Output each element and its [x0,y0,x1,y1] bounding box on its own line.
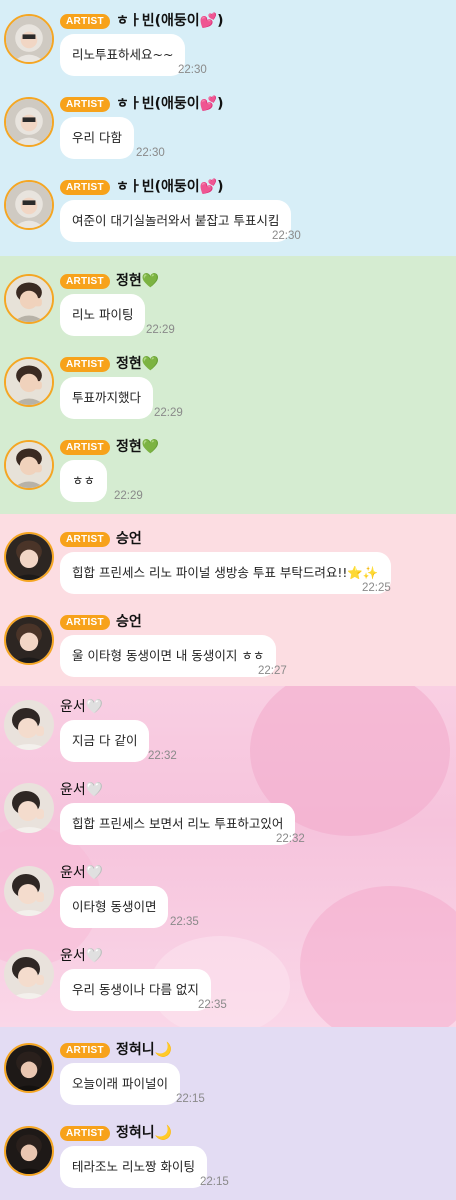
message-time: 22:35 [170,916,199,928]
avatar[interactable] [4,357,54,407]
avatar[interactable] [4,1126,54,1176]
message-bubble[interactable]: 우리 동생이나 다름 없지 [60,969,211,1011]
avatar[interactable] [4,700,54,750]
sender-name: 정혀니🌙 [116,1125,173,1141]
artist-badge: ARTIST [60,440,110,455]
chat-message: ARTIST 정혀니🌙 오늘이래 파이널이 22:15 [0,1033,456,1117]
chat-message: ARTIST ㅎㅏ빈(애둥이💕) 우리 다함 22:30 [0,87,456,171]
chat-section-jeonghyeon: ARTIST 정현💚 리노 파이팅 22:29 ARTIST 정현💚 투표까지했… [0,256,456,514]
avatar[interactable] [4,180,54,230]
message-bubble[interactable]: 힙합 프린세스 리노 파이널 생방송 투표 부탁드려요!!⭐✨ [60,552,391,594]
message-bubble[interactable]: 이타형 동생이면 [60,886,169,928]
message-time: 22:15 [200,1176,229,1188]
message-time: 22:32 [148,750,177,762]
chat-section-jeonghyeoni: ARTIST 정혀니🌙 오늘이래 파이널이 22:15 ARTIST 정혀니🌙 … [0,1027,456,1200]
avatar[interactable] [4,866,54,916]
artist-badge: ARTIST [60,14,110,29]
artist-badge: ARTIST [60,97,110,112]
chat-section-yunseo: 윤서🤍 지금 다 같이 22:32 윤서🤍 힙합 프린세스 보면서 리노 투표하… [0,686,456,1027]
message-bubble[interactable]: 지금 다 같이 [60,720,150,762]
chat-message: ARTIST 정현💚 리노 파이팅 22:29 [0,264,456,348]
avatar[interactable] [4,532,54,582]
chat-message: ARTIST 정현💚 투표까지했다 22:29 [0,347,456,431]
message-bubble[interactable]: 오늘이래 파이널이 [60,1063,180,1105]
message-bubble[interactable]: 힙합 프린세스 보면서 리노 투표하고있어 [60,803,296,845]
sender-name: 승언 [116,531,142,547]
avatar[interactable] [4,949,54,999]
chat-section-seungeon: ARTIST 승언 힙합 프린세스 리노 파이널 생방송 투표 부탁드려요!!⭐… [0,514,456,686]
avatar[interactable] [4,440,54,490]
chat-message: ARTIST ㅎㅏ빈(애둥이💕) 여준이 대기실놀러와서 붙잡고 투표시킴 22… [0,170,456,254]
avatar[interactable] [4,783,54,833]
message-bubble[interactable]: 우리 다함 [60,117,134,159]
sender-name: ㅎㅏ빈(애둥이💕) [116,13,224,29]
message-bubble[interactable]: 여준이 대기실놀러와서 붙잡고 투표시킴 [60,200,292,242]
chat-message: 윤서🤍 힙합 프린세스 보면서 리노 투표하고있어 22:32 [0,773,456,857]
message-time: 22:30 [136,147,165,159]
message-time: 22:29 [114,490,143,502]
message-time: 22:32 [276,833,305,845]
message-time: 22:27 [258,665,287,677]
sender-name: ㅎㅏ빈(애둥이💕) [116,179,224,195]
message-bubble[interactable]: 테라조노 리노짱 화이팅 [60,1146,207,1188]
avatar[interactable] [4,615,54,665]
avatar[interactable] [4,14,54,64]
chat-message: ARTIST 정혀니🌙 테라조노 리노짱 화이팅 22:15 [0,1116,456,1200]
artist-badge: ARTIST [60,1043,110,1058]
message-bubble[interactable]: 리노투표하세요~~ [60,34,186,76]
message-time: 22:35 [198,999,227,1011]
message-bubble[interactable]: 울 이타형 동생이면 내 동생이지 ㅎㅎ [60,635,277,677]
chat-message: 윤서🤍 지금 다 같이 22:32 [0,690,456,774]
artist-badge: ARTIST [60,1126,110,1141]
message-time: 22:30 [178,64,207,76]
sender-name: 윤서🤍 [60,782,104,798]
artist-badge: ARTIST [60,274,110,289]
sender-name: 윤서🤍 [60,948,104,964]
chat-message: ARTIST 승언 힙합 프린세스 리노 파이널 생방송 투표 부탁드려요!!⭐… [0,522,456,606]
artist-badge: ARTIST [60,357,110,372]
message-time: 22:29 [146,324,175,336]
artist-badge: ARTIST [60,180,110,195]
chat-section-habin: ARTIST ㅎㅏ빈(애둥이💕) 리노투표하세요~~ 22:30 ARTIST … [0,0,456,256]
sender-name: 정혀니🌙 [116,1042,173,1058]
avatar[interactable] [4,97,54,147]
message-time: 22:25 [362,582,391,594]
sender-name: 윤서🤍 [60,699,104,715]
chat-message: 윤서🤍 이타형 동생이면 22:35 [0,856,456,940]
sender-name: 윤서🤍 [60,865,104,881]
chat-message: 윤서🤍 우리 동생이나 다름 없지 22:35 [0,939,456,1023]
message-bubble[interactable]: 투표까지했다 [60,377,154,419]
sender-name: 승언 [116,614,142,630]
sender-name: 정현💚 [116,439,160,455]
message-time: 22:15 [176,1093,205,1105]
message-time: 22:29 [154,407,183,419]
message-bubble[interactable]: 리노 파이팅 [60,294,146,336]
avatar[interactable] [4,1043,54,1093]
sender-name: 정현💚 [116,273,160,289]
message-bubble[interactable]: ㅎㅎ [60,460,108,502]
avatar[interactable] [4,274,54,324]
chat-message: ARTIST ㅎㅏ빈(애둥이💕) 리노투표하세요~~ 22:30 [0,4,456,88]
sender-name: 정현💚 [116,356,160,372]
sender-name: ㅎㅏ빈(애둥이💕) [116,96,224,112]
chat-message: ARTIST 승언 울 이타형 동생이면 내 동생이지 ㅎㅎ 22:27 [0,605,456,686]
message-time: 22:30 [272,230,301,242]
artist-badge: ARTIST [60,532,110,547]
artist-badge: ARTIST [60,615,110,630]
chat-message: ARTIST 정현💚 ㅎㅎ 22:29 [0,430,456,514]
